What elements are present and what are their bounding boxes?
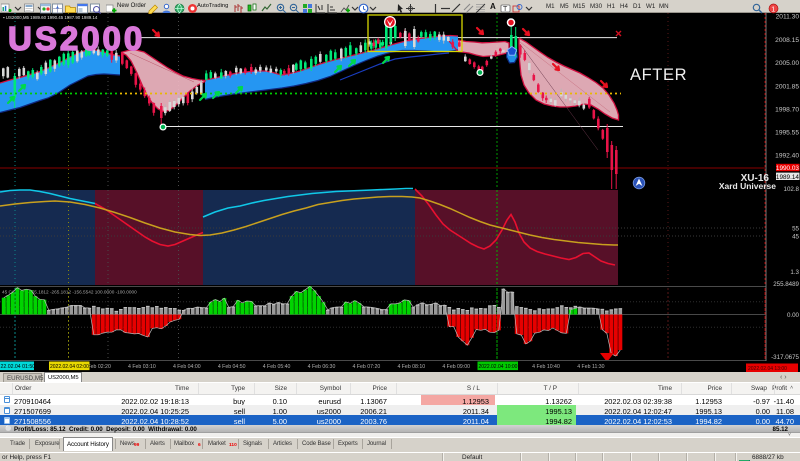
- svg-text:2005.00: 2005.00: [775, 60, 799, 67]
- svg-text:US2000: US2000: [8, 20, 145, 57]
- svg-text:4 Feb 11:30: 4 Feb 11:30: [577, 364, 604, 370]
- svg-text:2011.30: 2011.30: [776, 13, 800, 20]
- svg-text:1989.14: 1989.14: [776, 174, 800, 181]
- svg-text:2008.15: 2008.15: [775, 37, 799, 44]
- svg-text:1998.70: 1998.70: [775, 106, 799, 113]
- svg-text:-317.0675: -317.0675: [771, 354, 799, 361]
- svg-text:1992.40: 1992.40: [775, 152, 799, 159]
- svg-text:2001.85: 2001.85: [775, 83, 799, 90]
- svg-text:55: 55: [792, 225, 799, 232]
- svg-text:45: 45: [792, 233, 799, 240]
- svg-text:2022.02.04 10:00: 2022.02.04 10:00: [479, 364, 518, 370]
- svg-text:4 Feb 04:00: 4 Feb 04:00: [173, 364, 201, 370]
- svg-text:255.8489: 255.8489: [773, 281, 799, 288]
- svg-text:1995.55: 1995.55: [775, 129, 799, 136]
- svg-text:102.8: 102.8: [784, 186, 800, 193]
- svg-text:AFTER: AFTER: [630, 66, 687, 84]
- svg-text:4 Feb 04:50: 4 Feb 04:50: [218, 364, 246, 370]
- svg-text:1990.03: 1990.03: [776, 165, 800, 172]
- svg-text:4 Feb 07:20: 4 Feb 07:20: [353, 364, 381, 370]
- svg-text:2022.02.04 02:00: 2022.02.04 02:00: [50, 364, 89, 370]
- svg-text:4 Feb 03:10: 4 Feb 03:10: [128, 364, 156, 370]
- svg-text:4 Feb 10:40: 4 Feb 10:40: [532, 364, 560, 370]
- svg-text:T: T: [503, 6, 508, 13]
- svg-text:4 Feb 08:10: 4 Feb 08:10: [397, 364, 425, 370]
- svg-text:4 Feb 06:30: 4 Feb 06:30: [308, 364, 336, 370]
- svg-text:0.00: 0.00: [787, 312, 800, 319]
- svg-text:Xard Universe: Xard Universe: [719, 181, 776, 191]
- svg-text:1.3: 1.3: [790, 269, 799, 276]
- svg-text:4 Feb 09:00: 4 Feb 09:00: [442, 364, 470, 370]
- svg-text:4 Feb 05:40: 4 Feb 05:40: [263, 364, 291, 370]
- svg-text:1: 1: [771, 6, 775, 13]
- svg-text:22.02.04 01:50: 22.02.04 01:50: [1, 364, 36, 370]
